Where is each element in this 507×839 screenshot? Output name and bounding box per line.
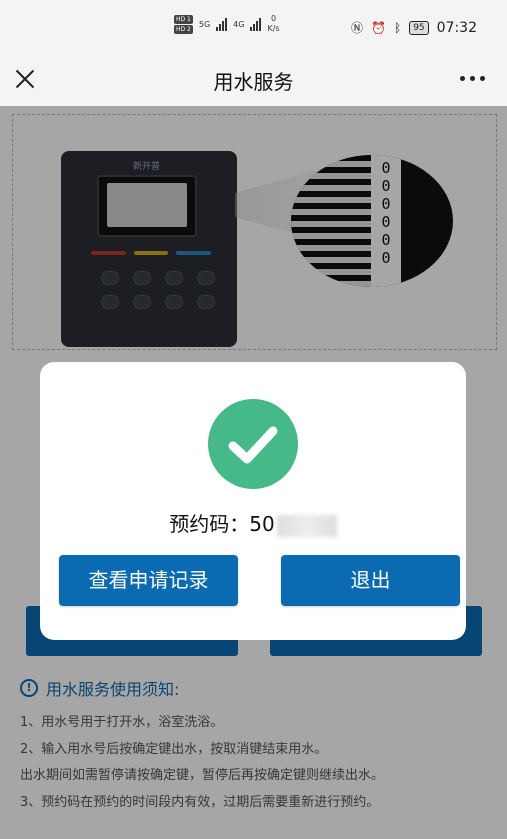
speed-unit: K/s [267,24,280,33]
status-bar: HD 1 HD 2 5G 4G 0 K/s Ⓝ ⏰ ᛒ 95 07:32 [0,0,507,54]
battery-icon: 95 [409,20,429,35]
speed-value: 0 [270,14,277,23]
alarm-icon: ⏰ [371,20,386,35]
bluetooth-icon: ᛒ [393,20,402,35]
code-value: 50 [249,512,275,536]
network-indicators: HD 1 HD 2 5G 4G 0 K/s [174,14,280,34]
signal-icon-2 [250,17,262,31]
hd-badges: HD 1 HD 2 [174,14,193,34]
success-dialog: 预约码：50 查看申请记录 退出 [40,362,466,640]
hd2-badge: HD 2 [174,24,193,34]
hd1-badge: HD 1 [174,14,193,24]
nfc-icon: Ⓝ [351,21,364,35]
more-options-icon[interactable] [460,76,485,81]
view-records-button[interactable]: 查看申请记录 [59,555,238,606]
network-5g-label: 5G [198,19,211,29]
code-label: 预约码： [169,512,250,536]
clock: 07:32 [436,19,477,36]
network-4g-label: 4G [233,19,245,29]
network-speed: 0 K/s [267,14,279,34]
status-right: Ⓝ ⏰ ᛒ 95 07:32 [351,19,477,36]
signal-icon [216,17,228,31]
title-bar: 用水服务 [0,54,507,106]
exit-button[interactable]: 退出 [281,555,460,606]
page-title: 用水服务 [213,70,294,94]
success-check-icon [208,399,298,489]
reservation-code: 预约码：50 [40,508,466,537]
code-redacted [276,514,337,537]
